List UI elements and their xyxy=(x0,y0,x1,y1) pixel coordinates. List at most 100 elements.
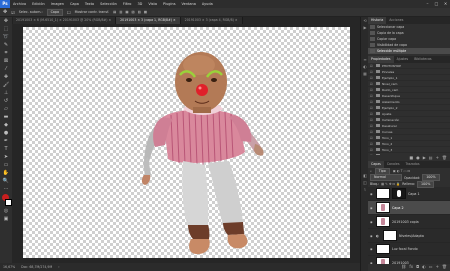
tab-libraries[interactable]: Bibliotecas xyxy=(411,56,434,63)
minimize-icon[interactable]: – xyxy=(423,0,432,8)
menu-item-filter[interactable]: Filtro xyxy=(120,2,135,6)
tab-history[interactable]: Historia xyxy=(368,17,387,24)
brush-tool-icon[interactable]: 🖌 xyxy=(0,81,12,89)
history-item[interactable]: Selección múltiple xyxy=(368,48,450,54)
eraser-tool-icon[interactable]: ▱ xyxy=(0,105,12,113)
marquee-tool-icon[interactable]: ⬚ xyxy=(0,25,12,33)
menu-item-window[interactable]: Ventana xyxy=(179,2,199,6)
eye-icon[interactable]: ◉ xyxy=(370,206,374,210)
screen-mode-icon[interactable]: ▣ xyxy=(0,215,12,223)
layer-row[interactable]: ◉ Capa 2 xyxy=(368,201,450,215)
path-select-tool-icon[interactable]: ➤ xyxy=(0,153,12,161)
blend-mode-dropdown[interactable]: Normal xyxy=(370,174,402,181)
history-brush-tool-icon[interactable]: ↺ xyxy=(0,97,12,105)
checkbox-icon[interactable]: ☑ xyxy=(370,106,374,110)
checkbox-icon[interactable]: ☑ xyxy=(370,64,374,68)
checkbox-icon[interactable]: ☑ xyxy=(370,82,374,86)
filter-icons[interactable]: ▣ ◐ T ▭ ⊡ xyxy=(393,169,410,173)
lock-icons[interactable]: ▦ ✎ ✥ ⊡ 🔒 xyxy=(381,182,400,186)
menu-item-3d[interactable]: 3D xyxy=(134,2,145,6)
stamp-tool-icon[interactable]: ⊥ xyxy=(0,89,12,97)
quick-mask-icon[interactable]: ◎ xyxy=(0,207,12,215)
layer-row[interactable]: ◉ Luz focal Fondo xyxy=(368,243,450,256)
checkbox-icon[interactable]: ☑ xyxy=(370,76,374,80)
show-transform-checkbox[interactable]: ☐ xyxy=(67,10,71,15)
checkbox-icon[interactable]: ☑ xyxy=(370,148,374,152)
checkbox-icon[interactable]: ☑ xyxy=(370,124,374,128)
chevron-right-icon[interactable]: › xyxy=(58,265,59,269)
move-tool-icon[interactable]: ✥ xyxy=(3,9,7,15)
maximize-icon[interactable]: □ xyxy=(432,0,441,8)
tab-actions[interactable]: Acciones xyxy=(386,17,406,24)
eye-icon[interactable]: ◉ xyxy=(370,220,374,224)
menu-item-file[interactable]: Archivo xyxy=(10,2,29,6)
checkbox-icon[interactable]: ☑ xyxy=(370,70,374,74)
crop-tool-icon[interactable]: ⌗ xyxy=(0,49,12,57)
eye-icon[interactable]: ◉ xyxy=(370,234,374,238)
tab-properties[interactable]: Propiedades xyxy=(368,56,394,63)
menu-item-image[interactable]: Imagen xyxy=(48,2,67,6)
pen-tool-icon[interactable]: ✒ xyxy=(0,137,12,145)
tab-paths[interactable]: Trazados xyxy=(403,161,423,168)
healing-brush-tool-icon[interactable]: ✚ xyxy=(0,73,12,81)
add-mask-icon[interactable]: ◘ xyxy=(416,264,419,270)
checkbox-icon[interactable]: ☑ xyxy=(370,100,374,104)
checkbox-icon[interactable]: ☑ xyxy=(370,136,374,140)
quick-select-tool-icon[interactable]: ✎ xyxy=(0,41,12,49)
hand-tool-icon[interactable]: ✋ xyxy=(0,169,12,177)
menu-item-layer[interactable]: Capa xyxy=(67,2,82,6)
tab-document-2[interactable]: 20191003 × 3 (capa 1, RGB/8#) × xyxy=(116,17,181,24)
fx-icon[interactable]: fx xyxy=(409,264,413,270)
menu-item-select[interactable]: Selección xyxy=(97,2,120,6)
adjustment-layer-icon[interactable]: ◐ xyxy=(422,264,426,270)
trash-icon[interactable]: 🗑 xyxy=(442,264,447,270)
tab-document-1[interactable]: 20191003 × 6 (M-6510_1) × 20191003 @ 20%… xyxy=(12,17,117,24)
lasso-tool-icon[interactable]: ➰ xyxy=(0,33,12,41)
background-color-swatch[interactable] xyxy=(5,199,12,206)
type-tool-icon[interactable]: T xyxy=(0,145,12,153)
layer-row[interactable]: ◉ 20191003 copia xyxy=(368,215,450,229)
layer-mask-thumbnail[interactable] xyxy=(392,188,406,199)
checkbox-icon[interactable]: ☑ xyxy=(370,112,374,116)
checkbox-icon[interactable]: ☑ xyxy=(370,154,374,156)
new-item-icon[interactable]: + xyxy=(436,155,439,161)
menu-item-edit[interactable]: Edición xyxy=(29,2,48,6)
checkbox-icon[interactable]: ☑ xyxy=(370,94,374,98)
layer-row[interactable]: ◉ ◐ Niveles/Adapta xyxy=(368,229,450,243)
auto-select-dropdown[interactable]: Capa xyxy=(46,8,63,16)
checkbox-icon[interactable]: ☑ xyxy=(370,130,374,134)
shape-tool-icon[interactable]: ▭ xyxy=(0,161,12,169)
play-icon[interactable]: ▶ xyxy=(423,155,426,161)
link-layers-icon[interactable]: ⛓ xyxy=(401,264,406,270)
zoom-level[interactable]: 16,67% xyxy=(3,265,15,269)
layer-row[interactable]: ◉ 20191003 xyxy=(368,256,450,264)
eye-icon[interactable]: ◉ xyxy=(370,192,374,196)
more-tools-icon[interactable]: ··· xyxy=(0,185,12,193)
color-swatches[interactable] xyxy=(0,193,12,207)
move-tool-icon[interactable]: ✥ xyxy=(0,17,12,25)
eye-icon[interactable]: ◉ xyxy=(370,247,374,251)
zoom-tool-icon[interactable]: 🔍 xyxy=(0,177,12,185)
new-group-icon[interactable]: ▭ xyxy=(429,264,433,270)
tab-document-3[interactable]: 20191003 × 3 (capa 4, RGB/8) × xyxy=(180,17,243,24)
canvas[interactable] xyxy=(23,27,350,258)
menu-item-plugins[interactable]: Plugins xyxy=(160,2,179,6)
layer-row[interactable]: ◉ Capa 1 xyxy=(368,187,450,201)
new-set-icon[interactable]: ▤ xyxy=(429,155,433,161)
menu-item-type[interactable]: Texto xyxy=(82,2,97,6)
menu-item-help[interactable]: Ayuda xyxy=(199,2,216,6)
gradient-tool-icon[interactable]: ▬ xyxy=(0,113,12,121)
menu-item-view[interactable]: Vista xyxy=(145,2,160,6)
frame-tool-icon[interactable]: ⊠ xyxy=(0,57,12,65)
new-layer-icon[interactable]: + xyxy=(436,264,439,270)
checkbox-icon[interactable]: ☑ xyxy=(370,142,374,146)
eye-icon[interactable]: ◉ xyxy=(370,261,374,265)
checkbox-icon[interactable]: ☑ xyxy=(370,118,374,122)
close-icon[interactable]: ✕ xyxy=(441,0,450,8)
blur-tool-icon[interactable]: ◆ xyxy=(0,121,12,129)
dodge-tool-icon[interactable]: ● xyxy=(0,129,12,137)
trash-icon[interactable]: 🗑 xyxy=(442,155,447,161)
fill-input[interactable]: 100% xyxy=(417,180,435,188)
align-icons[interactable]: ▤ ▥ ▦ ▧ ▨ ▩ xyxy=(113,10,148,14)
checkbox-icon[interactable]: ☑ xyxy=(370,88,374,92)
